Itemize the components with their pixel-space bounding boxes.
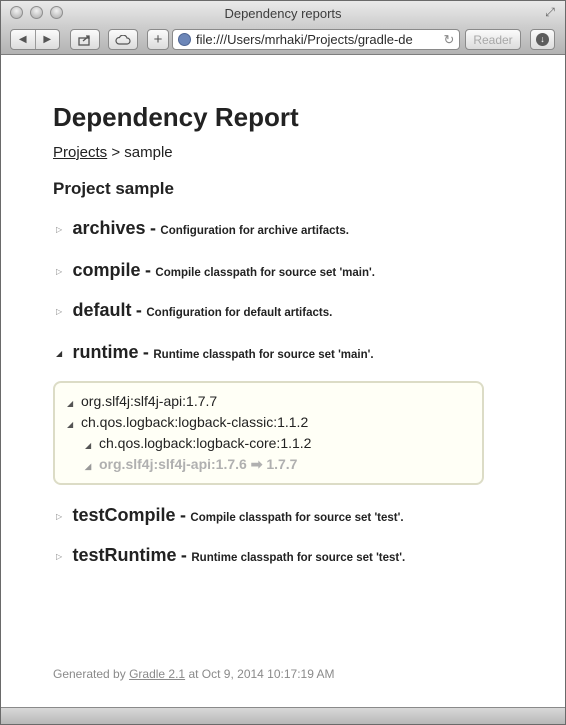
fullscreen-icon[interactable]: ⤢ [543,5,557,19]
expanded-triangle-icon[interactable]: ◢ [67,420,81,429]
configuration-testcompile[interactable]: ▷ testCompile - Compile classpath for so… [56,505,404,526]
expanded-triangle-icon[interactable]: ◢ [56,349,68,358]
forward-button[interactable]: ▶ [34,30,60,49]
configuration-description: Configuration for default artifacts. [146,307,333,319]
window-title: Dependency reports [224,6,342,21]
dependency-node[interactable]: ◢ org.slf4j:slf4j-api:1.7.7 [67,393,217,409]
configuration-name[interactable]: runtime [72,342,138,362]
configuration-runtime[interactable]: ◢ runtime - Runtime classpath for source… [56,342,374,363]
collapsed-triangle-icon[interactable]: ▷ [56,267,68,276]
breadcrumb-current: sample [124,144,173,161]
add-tab-icon[interactable]: + [147,29,169,50]
configuration-description: Runtime classpath for source set 'main'. [153,349,374,361]
collapsed-triangle-icon[interactable]: ▷ [56,552,68,561]
icloud-tabs-button[interactable] [108,29,138,50]
configuration-archives[interactable]: ▷ archives - Configuration for archive a… [56,218,349,239]
page-content: Dependency Report Projects > sample Proj… [1,56,565,708]
configuration-name[interactable]: archives [72,218,145,238]
configuration-description: Compile classpath for source set 'test'. [190,512,404,524]
page-footer: Generated by Gradle 2.1 at Oct 9, 2014 1… [53,667,335,681]
configuration-description: Compile classpath for source set 'main'. [155,267,375,279]
browser-toolbar: ◀ ▶ + file:///Users/mrhaki/Projects/grad… [1,25,565,55]
collapsed-triangle-icon[interactable]: ▷ [56,512,68,521]
dependency-node-conflict[interactable]: ◢ org.slf4j:slf4j-api:1.7.6 ➡ 1.7.7 [85,456,297,473]
navigation-buttons: ◀ ▶ [10,29,60,50]
download-icon: ↓ [536,33,549,46]
page-title: Dependency Report [53,102,299,132]
breadcrumb-separator: > [111,144,121,161]
configuration-name[interactable]: compile [72,260,140,280]
breadcrumb-link-projects[interactable]: Projects [53,144,107,161]
breadcrumb: Projects > sample [53,144,173,161]
share-icon [78,34,90,46]
configuration-default[interactable]: ▷ default - Configuration for default ar… [56,300,332,321]
runtime-dependency-tree: ◢ org.slf4j:slf4j-api:1.7.7 ◢ ch.qos.logba… [53,381,484,485]
collapsed-triangle-icon[interactable]: ▷ [56,307,68,316]
collapsed-triangle-icon[interactable]: ▷ [56,225,68,234]
project-heading: Project sample [53,179,174,198]
downloads-button[interactable]: ↓ [530,29,555,50]
browser-window: Dependency reports ⤢ ◀ ▶ + file:///Users… [0,0,566,725]
title-bar: Dependency reports ⤢ [1,1,565,25]
dependency-node[interactable]: ◢ ch.qos.logback:logback-core:1.1.2 [85,435,311,451]
back-button[interactable]: ◀ [11,30,35,49]
configuration-description: Configuration for archive artifacts. [160,225,349,237]
address-bar[interactable]: file:///Users/mrhaki/Projects/gradle-de … [172,29,460,50]
configuration-name[interactable]: testRuntime [72,545,176,565]
cloud-icon [115,34,131,45]
globe-icon [178,33,191,46]
configuration-description: Runtime classpath for source set 'test'. [191,552,406,564]
gradle-version-link[interactable]: Gradle 2.1 [129,667,185,681]
configuration-name[interactable]: testCompile [72,505,175,525]
configuration-name[interactable]: default [72,300,131,320]
url-text[interactable]: file:///Users/mrhaki/Projects/gradle-de [196,32,413,47]
window-bottom-bar [1,707,565,724]
reload-icon[interactable]: ↻ [442,30,456,49]
expanded-triangle-icon[interactable]: ◢ [67,399,81,408]
dependency-node[interactable]: ◢ ch.qos.logback:logback-classic:1.1.2 [67,414,308,430]
configuration-compile[interactable]: ▷ compile - Compile classpath for source… [56,260,375,281]
reader-button[interactable]: Reader [465,29,521,50]
share-button[interactable] [70,29,100,50]
expanded-triangle-icon[interactable]: ◢ [85,462,99,471]
expanded-triangle-icon[interactable]: ◢ [85,441,99,450]
configuration-testruntime[interactable]: ▷ testRuntime - Runtime classpath for so… [56,545,405,566]
